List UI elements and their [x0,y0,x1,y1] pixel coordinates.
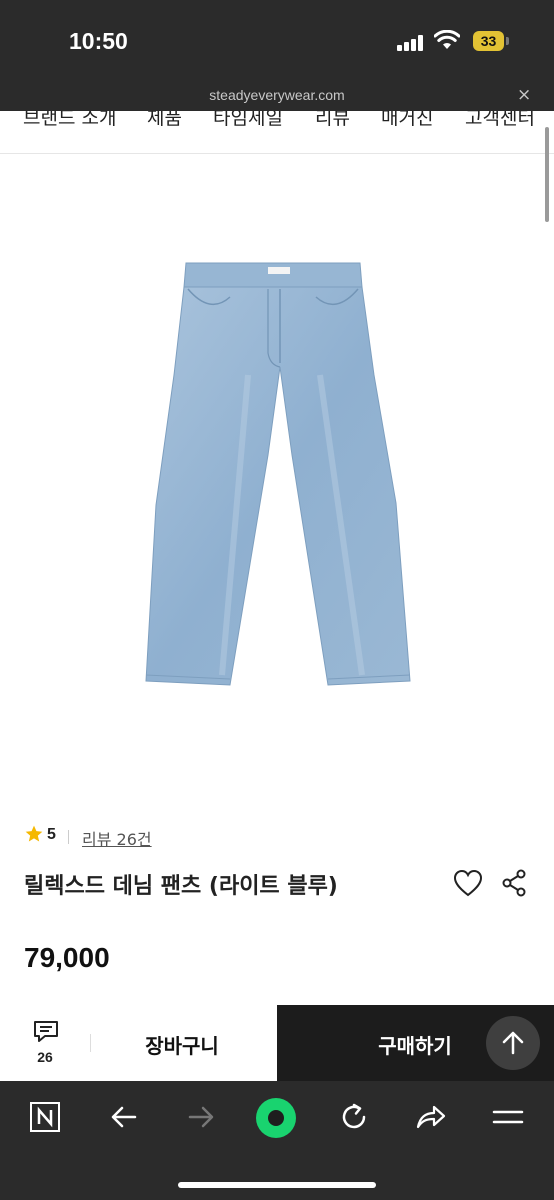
forward-arrow-icon[interactable] [185,1101,217,1133]
share-arrow-icon[interactable] [414,1101,448,1133]
product-price: 79,000 [24,942,110,973]
battery-tip [506,37,509,45]
chat-count: 26 [37,1049,53,1065]
scroll-to-top-button[interactable] [486,1016,540,1070]
arrow-up-icon [502,1031,524,1055]
url-bar: steadyeverywear.com × [0,83,554,111]
nav-item-products[interactable]: 제품 [147,111,182,130]
url-text[interactable]: steadyeverywear.com [0,87,554,103]
naver-n-icon[interactable] [29,1101,61,1133]
status-time: 10:50 [69,28,128,54]
close-icon[interactable]: × [517,85,531,105]
star-icon [25,825,43,842]
menu-icon[interactable] [492,1101,524,1133]
add-to-cart-button[interactable]: 장바구니 [92,1030,272,1059]
back-arrow-icon[interactable] [108,1101,140,1133]
rating-divider [68,830,69,844]
nav-item-reviews[interactable]: 리뷰 [315,111,350,130]
rating-value: 5 [47,826,56,843]
chat-icon[interactable] [33,1020,59,1044]
reload-icon[interactable] [338,1101,370,1133]
cart-divider [90,1034,91,1052]
site-top-nav: 브랜드 소개 제품 타임세일 리뷰 매거진 고객센터 [0,111,554,154]
nav-item-magazine[interactable]: 매거진 [381,111,433,130]
home-indicator[interactable] [178,1182,376,1188]
review-count-link[interactable]: 리뷰 26건 [82,826,152,850]
heart-icon[interactable] [453,869,483,897]
nav-item-customer-center[interactable]: 고객센터 [465,111,535,130]
nav-item-time-sale[interactable]: 타임세일 [213,111,283,130]
product-image[interactable] [130,255,430,695]
wifi-icon [434,30,460,49]
share-icon[interactable] [501,869,527,897]
status-bar: 10:50 33 [0,0,554,83]
nav-item-brand[interactable]: 브랜드 소개 [23,111,116,130]
home-dot-icon[interactable] [255,1097,297,1139]
battery-icon: 33 [473,31,504,51]
product-title: 릴렉스드 데님 팬츠 (라이트 블루) [24,874,338,899]
cellular-signal-icon [397,35,425,51]
page-scrollbar[interactable] [545,127,549,222]
